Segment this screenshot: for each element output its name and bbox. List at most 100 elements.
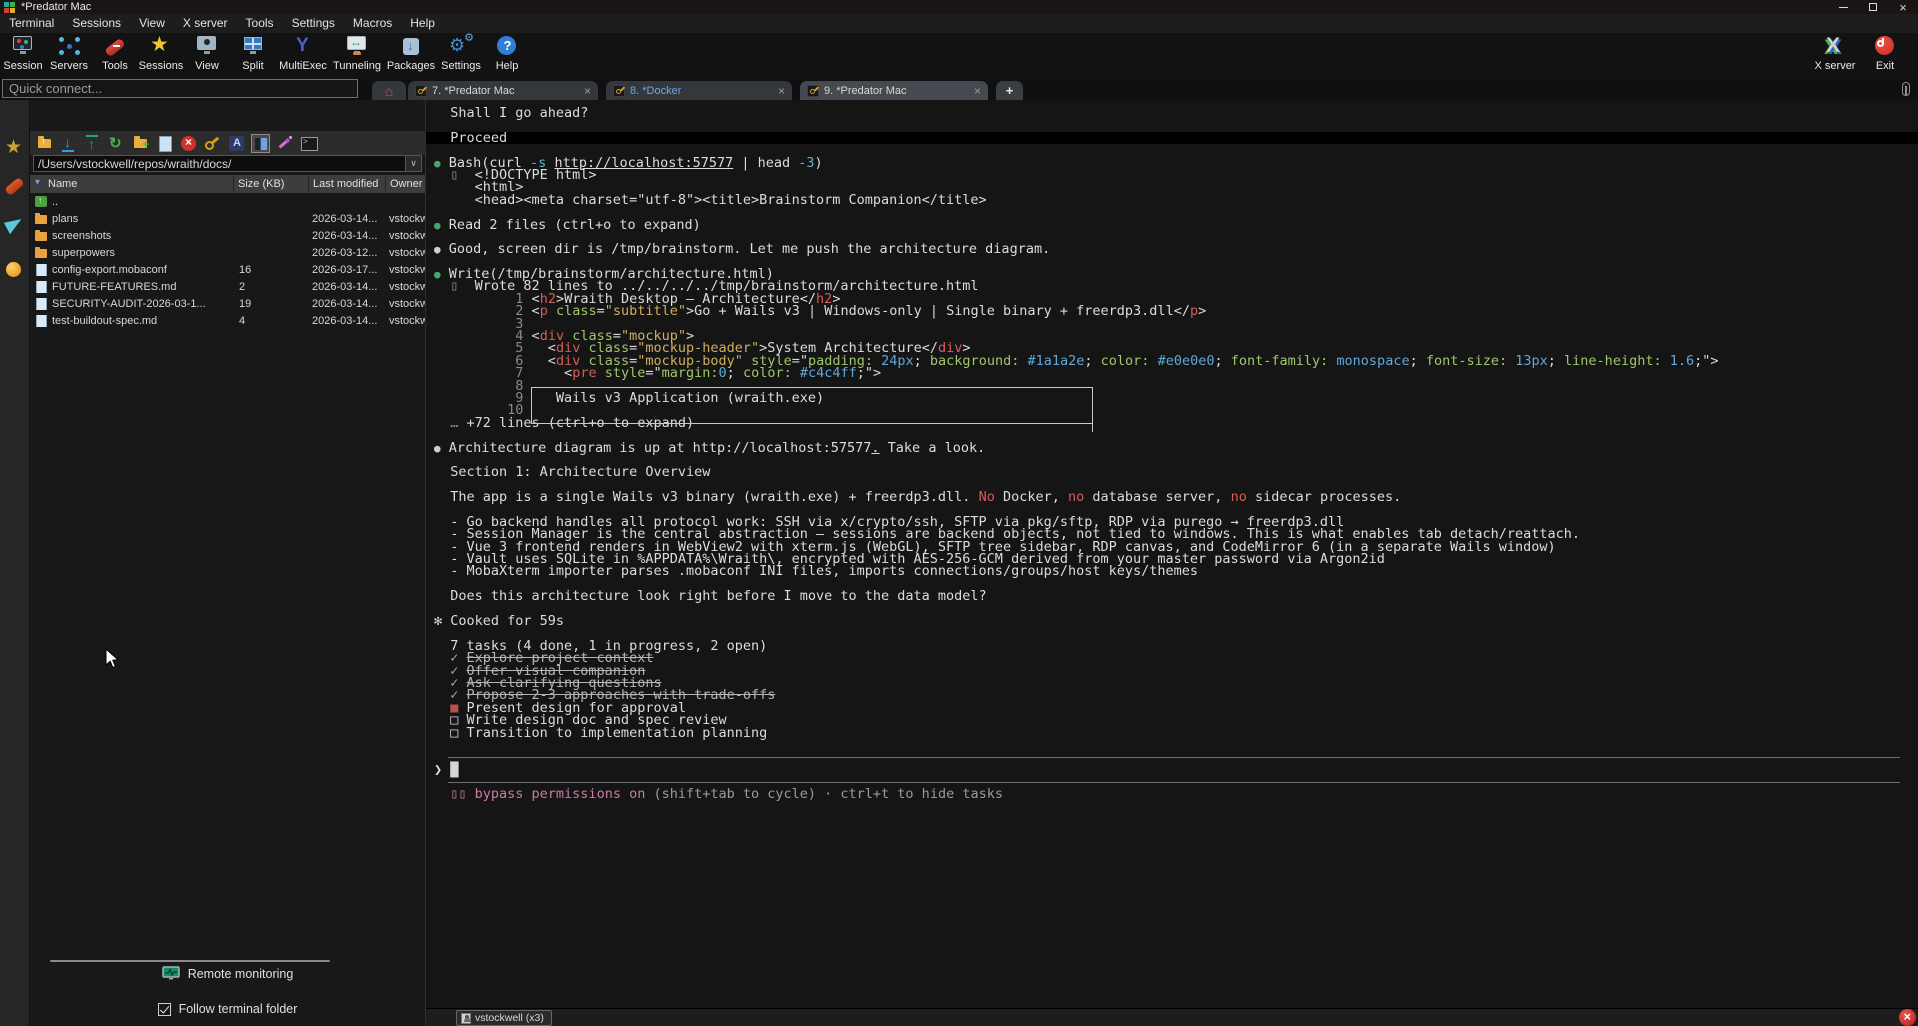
column-name[interactable]: Name <box>30 175 233 193</box>
mobaxterm-window: *Predator Mac Terminal Sessions View X s… <box>0 0 1918 1026</box>
terminal-view-icon[interactable] <box>299 134 318 153</box>
rename-icon[interactable] <box>227 134 246 153</box>
toolbar-session-button[interactable]: Session <box>0 33 46 78</box>
toolbar-xserver-button[interactable]: X server <box>1808 33 1862 72</box>
path-input[interactable] <box>33 155 406 172</box>
mouse-cursor <box>105 648 120 670</box>
terminal-line: Section 1: Architecture Overview <box>434 466 1918 478</box>
paperclip-icon[interactable] <box>1902 82 1910 96</box>
terminal-line: ❯ █ <box>434 764 1918 776</box>
file-row[interactable]: superpowers 2026-03-12...vstockw <box>30 244 425 261</box>
tab-8-docker[interactable]: 8. *Docker × <box>606 81 792 100</box>
menu-settings[interactable]: Settings <box>283 14 344 33</box>
toolbar-split-button[interactable]: Split <box>230 33 276 78</box>
download-icon[interactable] <box>59 134 78 153</box>
terminal-line: - MobaXterm importer parses .mobaconf IN… <box>434 565 1918 577</box>
file-row[interactable]: .. <box>30 193 425 210</box>
terminal-line: ✓ Explore project context <box>434 652 1918 664</box>
tab-close-icon[interactable]: × <box>968 84 981 98</box>
column-owner[interactable]: Owner <box>385 175 425 193</box>
sidebar: Name Size (KB) Last modified Owner .. pl… <box>0 100 425 1026</box>
help-icon <box>494 35 520 59</box>
menu-macros[interactable]: Macros <box>344 14 401 33</box>
menu-tools[interactable]: Tools <box>237 14 283 33</box>
toolbar-exit-button[interactable]: Exit <box>1862 33 1908 72</box>
new-folder-icon[interactable] <box>131 134 150 153</box>
menu-terminal[interactable]: Terminal <box>0 14 63 33</box>
magic-wand-icon[interactable] <box>275 134 294 153</box>
terminal-line: Does this architecture look right before… <box>434 590 1918 602</box>
column-modified[interactable]: Last modified <box>308 175 385 193</box>
menu-help[interactable]: Help <box>401 14 444 33</box>
close-button[interactable] <box>1888 0 1918 14</box>
servers-icon <box>56 35 82 59</box>
terminal-line: 7 tasks (4 done, 1 in progress, 2 open) <box>434 640 1918 652</box>
column-size[interactable]: Size (KB) <box>233 175 308 193</box>
minimize-button[interactable] <box>1828 0 1858 14</box>
file-row[interactable]: FUTURE-FEATURES.md 22026-03-14...vstockw <box>30 278 425 295</box>
divider <box>50 960 330 962</box>
delete-icon[interactable] <box>179 134 198 153</box>
session-icon <box>10 35 36 59</box>
terminal[interactable]: Shall I go ahead? Proceed● Bash(curl -s … <box>425 100 1918 1026</box>
toolbar-packages-button[interactable]: Packages <box>384 33 438 78</box>
tab-close-icon[interactable]: × <box>578 84 591 98</box>
toolbar-sessions-button[interactable]: Sessions <box>138 33 184 78</box>
quick-connect-input[interactable] <box>2 79 358 98</box>
terminal-line: ✻ Cooked for 59s <box>434 615 1918 627</box>
toolbar-tunneling-button[interactable]: Tunneling <box>330 33 384 78</box>
menu-xserver[interactable]: X server <box>174 14 237 33</box>
toolbar-multiexec-button[interactable]: MultiExec <box>276 33 330 78</box>
path-dropdown-button[interactable] <box>406 155 422 172</box>
sftp-panel-icon[interactable] <box>6 262 21 277</box>
remote-monitoring-button[interactable]: Remote monitoring <box>30 966 425 981</box>
sessions-panel-icon[interactable] <box>5 136 22 159</box>
upload-icon[interactable] <box>83 134 102 153</box>
menu-sessions[interactable]: Sessions <box>63 14 130 33</box>
file-icon <box>35 298 48 309</box>
ssh-key-icon <box>613 85 625 97</box>
toolbar-tools-button[interactable]: Tools <box>92 33 138 78</box>
new-tab-button[interactable]: + <box>996 81 1023 100</box>
terminal-line: The app is a single Wails v3 binary (wra… <box>434 491 1918 503</box>
sftp-file-panel: Name Size (KB) Last modified Owner .. pl… <box>30 100 425 1026</box>
folder-icon <box>35 247 48 258</box>
menu-bar: Terminal Sessions View X server Tools Se… <box>0 14 1918 33</box>
terminal-line: Shall I go ahead? <box>434 107 1918 119</box>
tab-home[interactable] <box>372 81 406 100</box>
terminal-line: <head><meta charset="utf-8"><title>Brain… <box>434 194 1918 206</box>
exit-power-icon <box>1872 35 1898 59</box>
tools-icon <box>102 35 128 59</box>
status-close-icon[interactable] <box>1899 1009 1916 1026</box>
dual-pane-icon[interactable] <box>251 134 270 153</box>
follow-terminal-folder-checkbox[interactable] <box>158 1003 171 1016</box>
terminal-line <box>434 739 1918 751</box>
file-row[interactable]: test-buildout-spec.md 42026-03-14...vsto… <box>30 312 425 329</box>
tab-close-icon[interactable]: × <box>772 84 785 98</box>
parent-folder-icon[interactable] <box>35 134 54 153</box>
file-row[interactable]: screenshots 2026-03-14...vstockw <box>30 227 425 244</box>
file-row[interactable]: plans 2026-03-14...vstockw <box>30 210 425 227</box>
terminal-line <box>434 603 1918 615</box>
refresh-icon[interactable] <box>107 134 126 153</box>
toolbar-servers-button[interactable]: Servers <box>46 33 92 78</box>
new-file-icon[interactable] <box>155 134 174 153</box>
session-status-tab[interactable]: vstockwell (x3) <box>456 1010 552 1026</box>
file-row[interactable]: SECURITY-AUDIT-2026-03-1... 192026-03-14… <box>30 295 425 312</box>
toolbar-help-button[interactable]: Help <box>484 33 530 78</box>
tab-9-predator-mac-active[interactable]: 9. *Predator Mac × <box>800 81 988 100</box>
toolbar-settings-button[interactable]: Settings <box>438 33 484 78</box>
maximize-button[interactable] <box>1858 0 1888 14</box>
title-bar: *Predator Mac <box>0 0 1918 14</box>
multiexec-icon <box>290 35 316 59</box>
tab-7-predator-mac[interactable]: 7. *Predator Mac × <box>408 81 598 100</box>
key-icon[interactable] <box>203 134 222 153</box>
window-title: *Predator Mac <box>21 0 91 14</box>
macros-panel-icon[interactable] <box>4 215 25 234</box>
terminal-lines: Shall I go ahead? Proceed● Bash(curl -s … <box>434 107 1918 801</box>
menu-view[interactable]: View <box>130 14 174 33</box>
main-toolbar: Session Servers Tools Sessions View Spli… <box>0 33 1918 78</box>
tools-panel-icon[interactable] <box>4 177 24 196</box>
file-row[interactable]: config-export.mobaconf 162026-03-17...vs… <box>30 261 425 278</box>
toolbar-view-button[interactable]: View <box>184 33 230 78</box>
